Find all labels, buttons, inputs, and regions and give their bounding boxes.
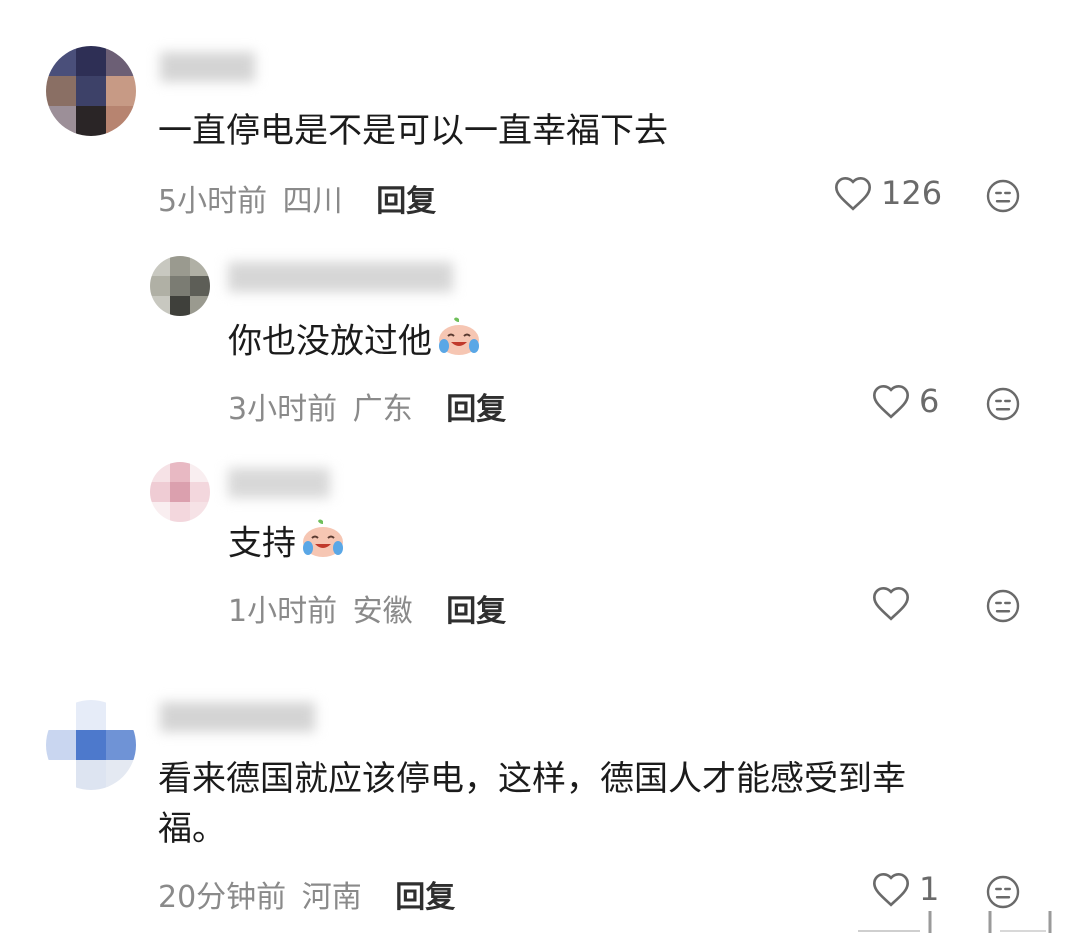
avatar-pixel: [190, 256, 210, 276]
comment-time: 3小时前: [228, 392, 338, 427]
avatar-pixel: [46, 46, 76, 76]
neutral-face-icon: [986, 589, 1020, 623]
like-count: 6: [919, 382, 940, 420]
avatar[interactable]: [46, 700, 136, 790]
like-count: 126: [881, 174, 943, 212]
neutral-face-icon: [986, 387, 1020, 421]
comment-region: 四川: [282, 184, 343, 219]
avatar-pixel: [46, 700, 76, 730]
avatar-pixel: [190, 296, 210, 316]
reply-button[interactable]: 回复: [446, 392, 506, 427]
avatar-pixel: [170, 296, 190, 316]
avatar-pixel: [106, 46, 136, 76]
avatar-pixel: [76, 700, 106, 730]
avatar-pixel: [190, 502, 210, 522]
avatar-pixel: [76, 76, 106, 106]
reply-comment-item: 你也没放过他 3小时前 广东 回复 6: [0, 240, 1080, 440]
avatar-pixel: [46, 760, 76, 790]
avatar-pixel: [170, 462, 190, 482]
comment-text-continued: 福。: [158, 809, 226, 849]
avatar-pixel: [106, 106, 136, 136]
heart-outline-icon: [834, 176, 872, 211]
heart-outline-icon: [872, 872, 910, 907]
avatar-pixel: [46, 76, 76, 106]
avatar-pixel: [190, 276, 210, 296]
comment-meta: 3小时前 广东 回复: [228, 384, 506, 428]
comment-text: 支持: [228, 523, 296, 564]
comment-time: 20分钟前: [158, 880, 287, 915]
comment-item: 一直停电是不是可以一直幸福下去 5小时前 四川 回复 126: [0, 0, 1080, 240]
avatar-pixel: [46, 106, 76, 136]
avatar-pixel: [170, 502, 190, 522]
avatar-pixel: [106, 730, 136, 760]
avatar-pixel: [106, 76, 136, 106]
comment-text: 你也没放过他: [228, 321, 432, 362]
avatar-pixel: [150, 296, 170, 316]
emoji-reaction-button[interactable]: [985, 178, 1021, 218]
comment-text: 一直停电是不是可以一直幸福下去: [158, 111, 668, 151]
like-button[interactable]: 126: [833, 174, 942, 212]
reply-comment-item: 支持 1小时前 安徽 回复: [0, 450, 1080, 650]
neutral-face-icon: [986, 179, 1020, 213]
avatar-pixel: [150, 256, 170, 276]
avatar[interactable]: [150, 462, 210, 522]
avatar-pixel: [106, 760, 136, 790]
crying-laughing-peach-emoji: [300, 518, 346, 572]
avatar[interactable]: [46, 46, 136, 136]
comment-text-row: 你也没放过他: [228, 316, 482, 370]
heart-outline-icon: [872, 586, 910, 621]
avatar-pixel: [150, 462, 170, 482]
username[interactable]: [228, 262, 453, 292]
avatar-pixel: [150, 482, 170, 502]
avatar-pixel: [150, 276, 170, 296]
avatar-pixel: [106, 700, 136, 730]
like-button[interactable]: [871, 584, 919, 622]
reply-button[interactable]: 回复: [395, 880, 455, 915]
username[interactable]: [228, 468, 330, 498]
like-button[interactable]: 6: [871, 382, 939, 420]
avatar-pixel: [190, 482, 210, 502]
avatar-pixel: [76, 730, 106, 760]
avatar-pixel: [170, 482, 190, 502]
avatar-pixel: [76, 760, 106, 790]
emoji-reaction-button[interactable]: [985, 386, 1021, 426]
avatar-pixel: [46, 730, 76, 760]
avatar-pixel: [150, 502, 170, 522]
avatar-pixel: [76, 106, 106, 136]
reply-button[interactable]: 回复: [446, 594, 506, 629]
avatar-pixel: [190, 462, 210, 482]
avatar-pixel: [76, 46, 106, 76]
username[interactable]: [160, 702, 315, 732]
avatar-pixel: [170, 256, 190, 276]
heart-outline-icon: [872, 384, 910, 419]
comment-time: 5小时前: [158, 184, 268, 219]
edge-artifact: [858, 911, 1052, 933]
comment-text-row: 支持: [228, 518, 346, 572]
comment-text: 看来德国就应该停电，这样，德国人才能感受到幸: [158, 759, 906, 799]
emoji-reaction-button[interactable]: [985, 588, 1021, 628]
avatar-pixel: [170, 276, 190, 296]
avatar[interactable]: [150, 256, 210, 316]
crying-laughing-peach-emoji: [436, 316, 482, 370]
like-count: 1: [919, 870, 940, 908]
comment-region: 安徽: [352, 594, 413, 629]
comment-meta: 20分钟前 河南 回复: [158, 872, 455, 916]
comment-region: 广东: [352, 392, 413, 427]
reply-button[interactable]: 回复: [376, 184, 436, 219]
comment-meta: 1小时前 安徽 回复: [228, 586, 506, 630]
comment-time: 1小时前: [228, 594, 338, 629]
username[interactable]: [160, 52, 255, 82]
like-button[interactable]: 1: [871, 870, 939, 908]
comment-region: 河南: [301, 880, 362, 915]
comment-meta: 5小时前 四川 回复: [158, 176, 436, 220]
